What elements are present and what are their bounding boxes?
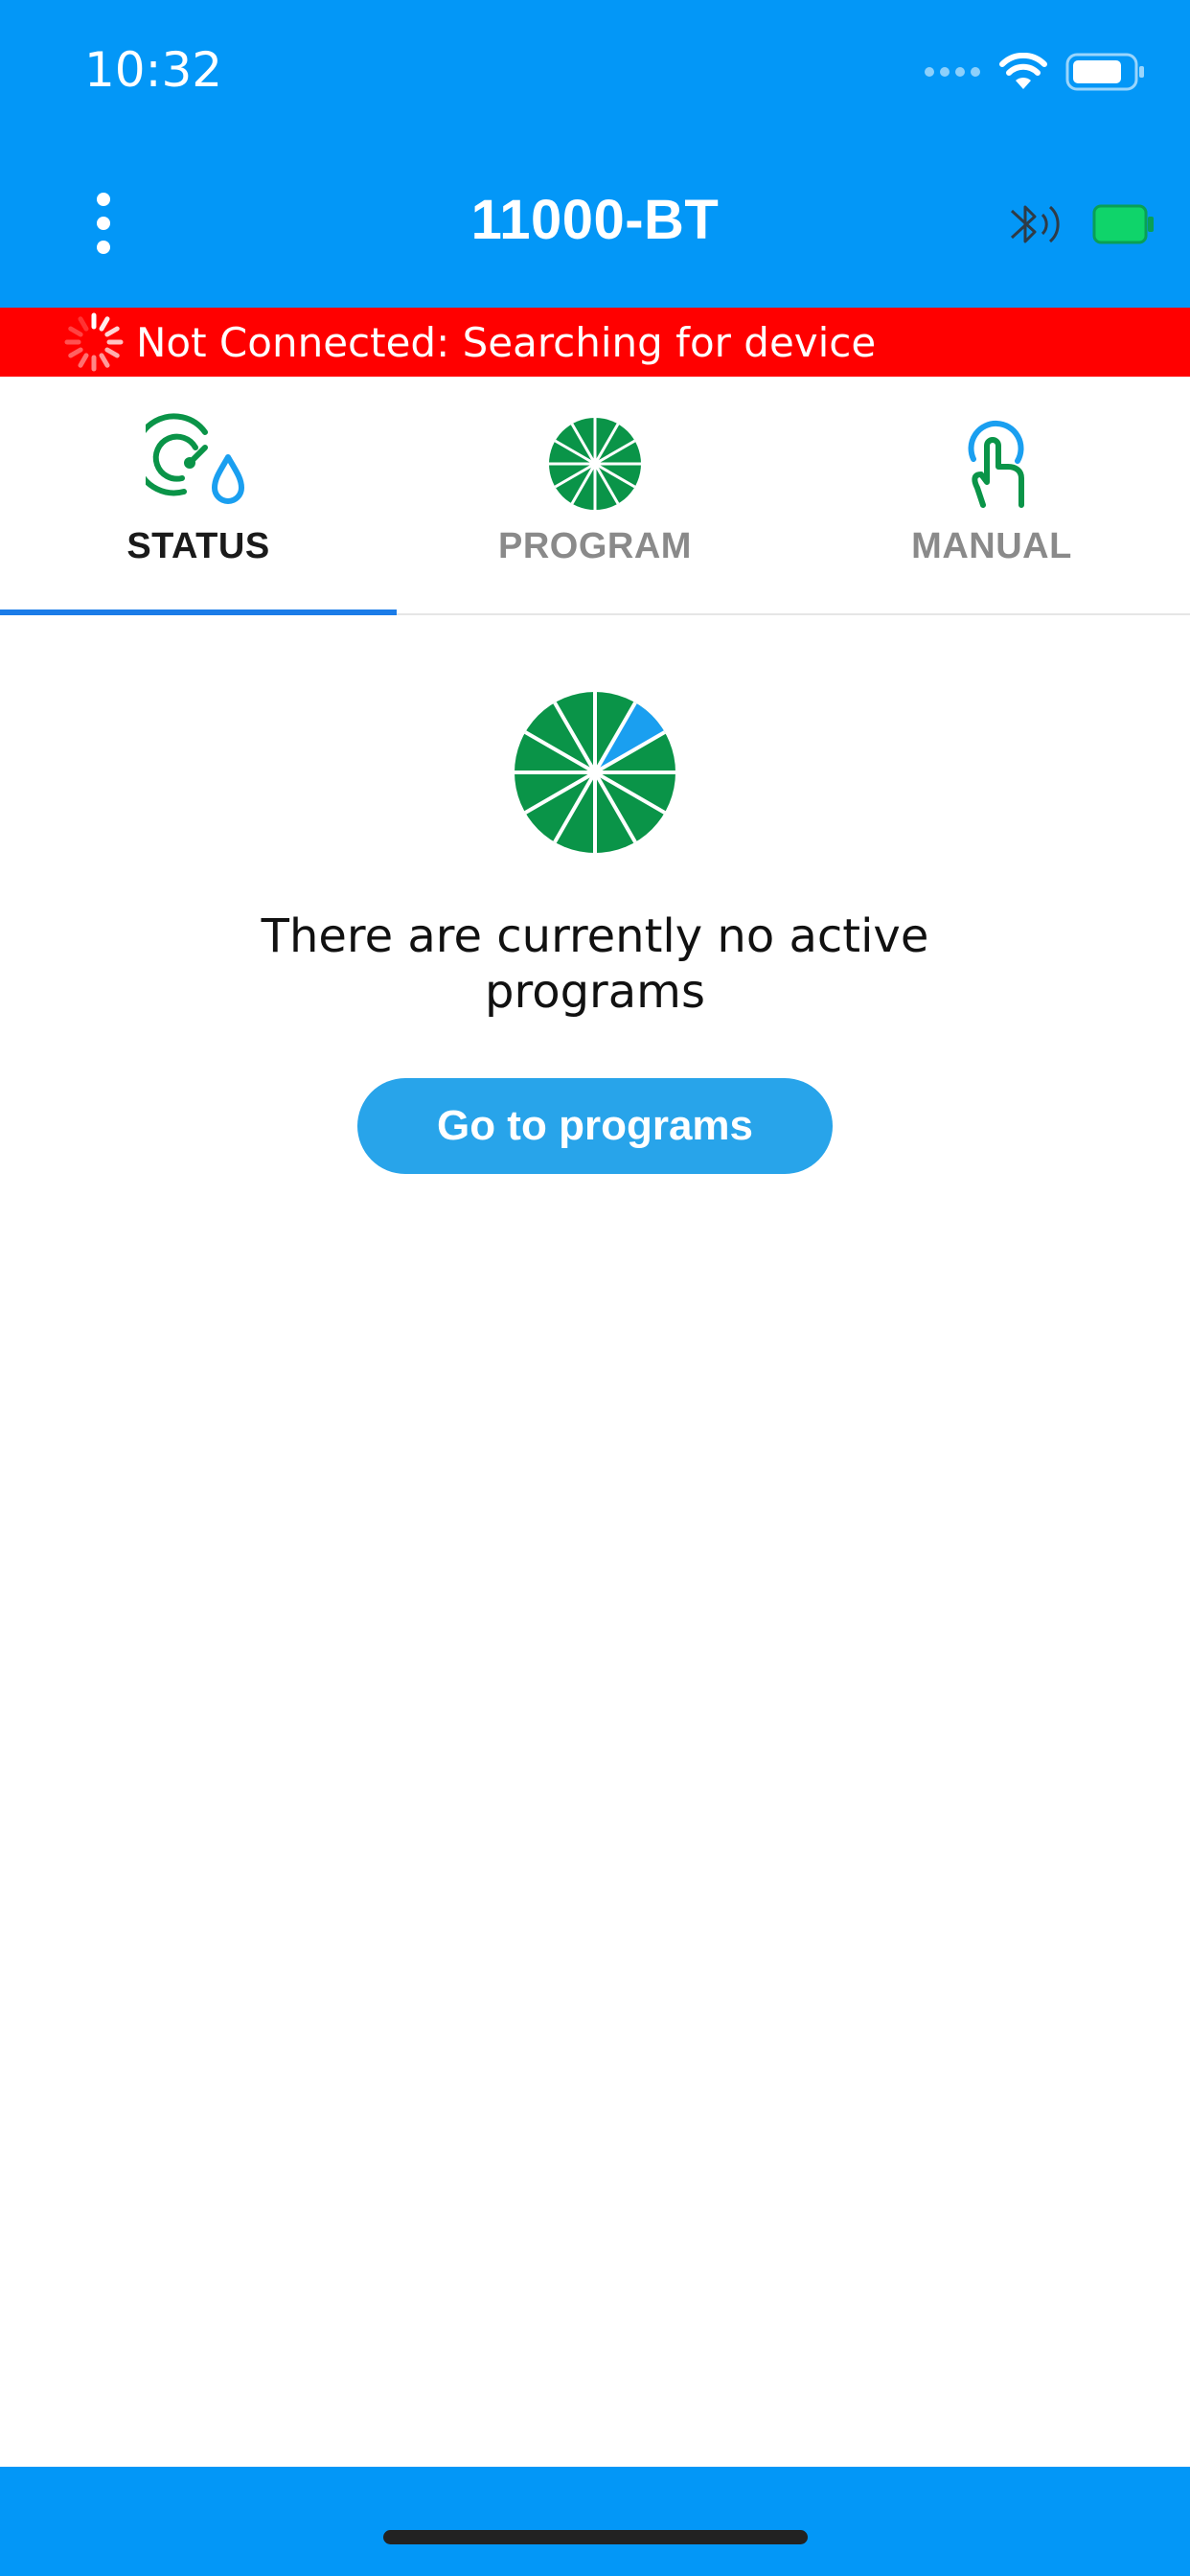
connection-banner: Not Connected: Searching for device bbox=[0, 308, 1190, 377]
tab-program-label: PROGRAM bbox=[498, 526, 692, 566]
program-wheel-icon bbox=[515, 692, 675, 853]
status-time: 10:32 bbox=[84, 42, 223, 98]
loading-spinner-icon bbox=[64, 312, 124, 372]
tab-manual[interactable]: MANUAL bbox=[793, 377, 1190, 613]
signal-dots-icon bbox=[925, 67, 980, 77]
connection-status-text: Not Connected: Searching for device bbox=[136, 318, 877, 366]
gauge-drop-icon bbox=[146, 413, 244, 504]
tab-program[interactable]: PROGRAM bbox=[397, 377, 793, 613]
empty-state-message: There are currently no active programs bbox=[261, 909, 929, 1019]
nav-right-icons bbox=[1002, 194, 1156, 255]
active-tab-indicator bbox=[0, 610, 397, 615]
home-indicator[interactable] bbox=[383, 2530, 808, 2544]
battery-icon bbox=[1065, 53, 1144, 91]
tab-status-label: STATUS bbox=[126, 526, 270, 566]
touch-hand-icon bbox=[968, 420, 1024, 508]
app-header: 10:32 11000-BT bbox=[0, 0, 1190, 308]
bluetooth-searching-icon[interactable] bbox=[1002, 194, 1064, 255]
status-bar-icons bbox=[924, 50, 1146, 94]
program-wheel-icon bbox=[549, 418, 641, 510]
tab-bar: STATUS PROGRAM MANUAL bbox=[0, 377, 1190, 615]
tab-status[interactable]: STATUS bbox=[0, 377, 397, 615]
go-to-programs-button[interactable]: Go to programs bbox=[357, 1078, 833, 1174]
tab-manual-label: MANUAL bbox=[911, 526, 1072, 566]
device-battery-icon bbox=[1092, 204, 1154, 244]
bottom-bar bbox=[0, 2467, 1190, 2576]
wifi-icon bbox=[999, 53, 1047, 89]
